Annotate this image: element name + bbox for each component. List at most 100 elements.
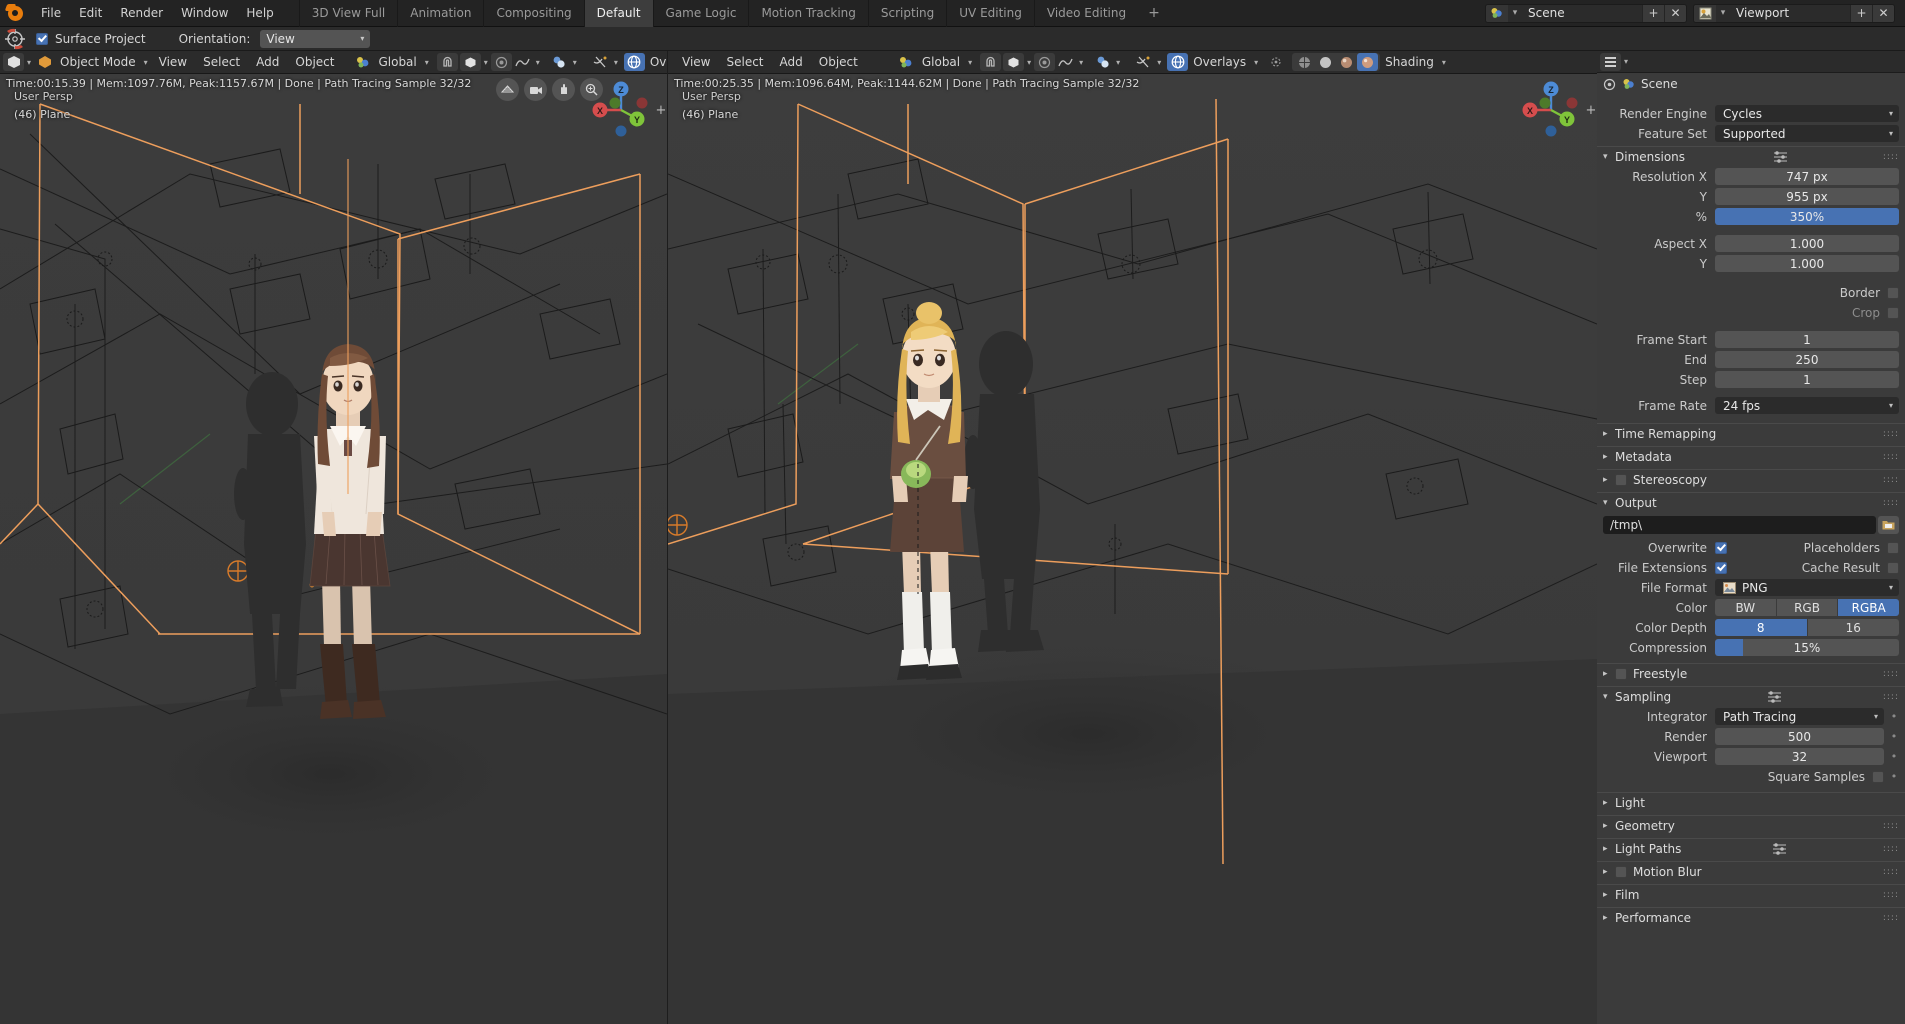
show-overlays-toggle-icon[interactable] bbox=[1133, 53, 1154, 71]
color-option-rgba[interactable]: RGBA bbox=[1838, 599, 1899, 616]
grid-toggle-icon[interactable] bbox=[496, 78, 519, 101]
menu-edit[interactable]: Edit bbox=[70, 3, 111, 23]
output-path-input[interactable]: /tmp\ bbox=[1603, 516, 1876, 534]
color-depth-segmented-control[interactable]: 8 16 bbox=[1715, 619, 1899, 636]
panel-freestyle-header[interactable]: ▸ Freestyle :::: bbox=[1597, 663, 1905, 683]
stereoscopy-checkbox[interactable] bbox=[1615, 474, 1627, 486]
show-overlays-toggle-icon[interactable] bbox=[590, 53, 611, 71]
scene-selector[interactable]: ▾ Scene + ✕ bbox=[1485, 4, 1687, 23]
orientation-chevron-down-icon[interactable]: ▾ bbox=[422, 58, 432, 67]
editor-3dview-icon[interactable] bbox=[3, 53, 24, 71]
surface-project-checkbox[interactable] bbox=[36, 33, 48, 45]
viewport-left-axis-gizmo[interactable]: Z X Y bbox=[590, 79, 652, 141]
panel-dimensions-header[interactable]: ▾ Dimensions :::: bbox=[1597, 146, 1905, 166]
gizmo-chevron-down-icon[interactable]: ▾ bbox=[1113, 58, 1123, 67]
render-engine-dropdown[interactable]: Cycles ▾ bbox=[1715, 105, 1899, 122]
proportional-edit-icon[interactable] bbox=[491, 53, 512, 71]
panel-performance-header[interactable]: ▸ Performance :::: bbox=[1597, 907, 1905, 927]
viewport-right-axis-gizmo[interactable]: Z X Y bbox=[1520, 79, 1582, 141]
folder-icon[interactable] bbox=[1878, 516, 1899, 534]
resolution-x-field[interactable]: 747 px bbox=[1715, 168, 1899, 185]
render-samples-field[interactable]: 500 bbox=[1715, 728, 1884, 745]
border-checkbox[interactable] bbox=[1887, 287, 1899, 299]
tab-compositing[interactable]: Compositing bbox=[483, 0, 583, 27]
shading-wireframe-icon[interactable] bbox=[1294, 53, 1315, 71]
new-scene-button[interactable]: + bbox=[1642, 4, 1664, 23]
viewlayer-chevron-down-icon[interactable]: ▾ bbox=[1716, 8, 1730, 18]
preset-icon[interactable] bbox=[1772, 842, 1787, 855]
shading-label[interactable]: Shading bbox=[1380, 55, 1439, 69]
preset-icon[interactable] bbox=[1767, 690, 1782, 703]
transform-orientation-value[interactable]: Global bbox=[373, 55, 421, 69]
viewport-right-menu-object[interactable]: Object bbox=[811, 55, 866, 69]
compression-slider[interactable]: 15% bbox=[1715, 639, 1899, 656]
snap-vertex-icon[interactable] bbox=[460, 53, 481, 71]
panel-time-remapping-header[interactable]: ▸ Time Remapping :::: bbox=[1597, 423, 1905, 443]
menu-render[interactable]: Render bbox=[111, 3, 172, 23]
viewport-left-menu-view[interactable]: View bbox=[151, 55, 195, 69]
panel-geometry-header[interactable]: ▸ Geometry :::: bbox=[1597, 815, 1905, 835]
aspect-x-field[interactable]: 1.000 bbox=[1715, 235, 1899, 252]
color-segmented-control[interactable]: BW RGB RGBA bbox=[1715, 599, 1899, 616]
overlays-label-right[interactable]: Overlays bbox=[1188, 55, 1251, 69]
viewport-left-sidebar-toggle[interactable]: + bbox=[654, 102, 667, 118]
viewport-right-menu-add[interactable]: Add bbox=[772, 55, 811, 69]
motion-blur-checkbox[interactable] bbox=[1615, 866, 1627, 878]
overlay-chevron-down-icon[interactable]: ▾ bbox=[611, 58, 621, 67]
tab-scripting[interactable]: Scripting bbox=[868, 0, 946, 27]
falloff-chevron-down-icon[interactable]: ▾ bbox=[1076, 58, 1086, 67]
gizmo-chevron-down-icon[interactable]: ▾ bbox=[570, 58, 580, 67]
snap-vertex-icon[interactable] bbox=[1003, 53, 1024, 71]
menu-file[interactable]: File bbox=[32, 3, 70, 23]
panel-light-header[interactable]: ▸ Light bbox=[1597, 792, 1905, 812]
smooth-falloff-icon[interactable] bbox=[1055, 53, 1076, 71]
snap-chevron-down-icon[interactable]: ▾ bbox=[481, 58, 491, 67]
falloff-chevron-down-icon[interactable]: ▾ bbox=[533, 58, 543, 67]
overlays-icon[interactable] bbox=[624, 53, 645, 71]
properties-editor-icon[interactable] bbox=[1600, 53, 1621, 71]
remove-scene-button[interactable]: ✕ bbox=[1664, 4, 1686, 23]
panel-sampling-header[interactable]: ▾ Sampling :::: bbox=[1597, 686, 1905, 706]
overwrite-checkbox[interactable] bbox=[1715, 542, 1727, 554]
viewport-left-menu-add[interactable]: Add bbox=[248, 55, 287, 69]
snap-chevron-down-icon[interactable]: ▾ bbox=[1024, 58, 1034, 67]
tab-video-editing[interactable]: Video Editing bbox=[1034, 0, 1138, 27]
overlay-chevron-down-icon[interactable]: ▾ bbox=[1154, 58, 1164, 67]
resolution-percent-slider[interactable]: 350% bbox=[1715, 208, 1899, 225]
viewport-left[interactable]: Time:00:15.39 | Mem:1097.76M, Peak:1157.… bbox=[0, 74, 667, 1024]
file-extensions-checkbox[interactable] bbox=[1715, 562, 1727, 574]
animate-property-icon[interactable]: • bbox=[1889, 712, 1899, 722]
new-viewlayer-button[interactable]: + bbox=[1850, 4, 1872, 23]
panel-light-paths-header[interactable]: ▸ Light Paths :::: bbox=[1597, 838, 1905, 858]
overlays-label[interactable]: Overlays bbox=[645, 55, 667, 69]
properties-editor-chevron-down-icon[interactable]: ▾ bbox=[1621, 57, 1631, 66]
aspect-y-field[interactable]: 1.000 bbox=[1715, 255, 1899, 272]
magnet-icon[interactable] bbox=[437, 53, 458, 71]
proportional-edit-icon[interactable] bbox=[1034, 53, 1055, 71]
preset-icon[interactable] bbox=[1773, 150, 1788, 163]
viewport-right-sidebar-toggle[interactable]: + bbox=[1584, 102, 1597, 118]
panel-metadata-header[interactable]: ▸ Metadata :::: bbox=[1597, 446, 1905, 466]
remove-viewlayer-button[interactable]: ✕ bbox=[1872, 4, 1894, 23]
animate-property-icon[interactable]: • bbox=[1889, 772, 1899, 782]
tab-default[interactable]: Default bbox=[584, 0, 653, 27]
transform-orientation-value-right[interactable]: Global bbox=[917, 55, 965, 69]
panel-stereoscopy-header[interactable]: ▸ Stereoscopy :::: bbox=[1597, 469, 1905, 489]
viewport-right[interactable]: Time:00:25.35 | Mem:1096.64M, Peak:1144.… bbox=[668, 74, 1597, 1024]
tab-3d-view-full[interactable]: 3D View Full bbox=[299, 0, 398, 27]
panel-motion-blur-header[interactable]: ▸ Motion Blur :::: bbox=[1597, 861, 1905, 881]
panel-film-header[interactable]: ▸ Film :::: bbox=[1597, 884, 1905, 904]
color-depth-option-8[interactable]: 8 bbox=[1715, 619, 1808, 636]
scene-chevron-down-icon[interactable]: ▾ bbox=[1508, 8, 1522, 18]
menu-help[interactable]: Help bbox=[237, 3, 282, 23]
animate-property-icon[interactable]: • bbox=[1889, 752, 1899, 762]
frame-rate-dropdown[interactable]: 24 fps ▾ bbox=[1715, 397, 1899, 414]
shading-solid-icon[interactable] bbox=[1315, 53, 1336, 71]
tab-motion-tracking[interactable]: Motion Tracking bbox=[748, 0, 867, 27]
mode-label[interactable]: Object Mode bbox=[55, 55, 141, 69]
overlays-icon[interactable] bbox=[1167, 53, 1188, 71]
xray-icon[interactable] bbox=[1265, 53, 1286, 71]
menu-window[interactable]: Window bbox=[172, 3, 237, 23]
shading-mode-group-right[interactable] bbox=[1292, 53, 1380, 71]
blender-logo-icon[interactable] bbox=[6, 3, 26, 23]
